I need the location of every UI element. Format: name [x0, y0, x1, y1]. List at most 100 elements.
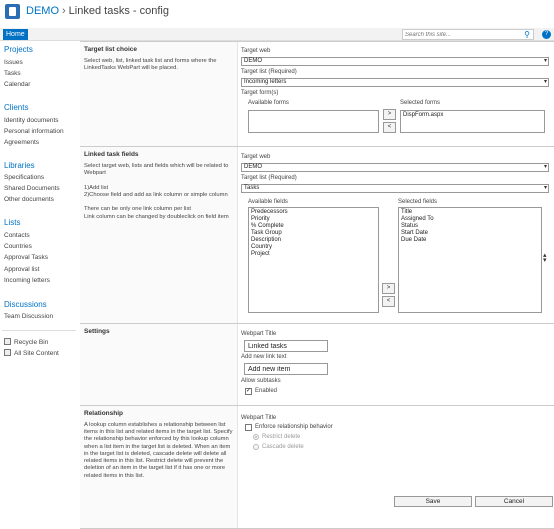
target-forms-label: Target form(s) — [241, 90, 279, 96]
list-item[interactable]: Project — [251, 251, 376, 258]
available-fields-label: Available fields — [248, 199, 288, 205]
list-item[interactable]: Task Group — [251, 230, 376, 237]
section-linked-task-fields: Linked task fields Select target web, li… — [80, 146, 554, 323]
allow-subtasks-label: Allow subtasks — [241, 378, 281, 384]
target-list-label: Target list (Required) — [241, 175, 297, 181]
section-settings: Settings Webpart Title Add new link text… — [80, 323, 554, 405]
list-item[interactable]: Title — [401, 209, 539, 216]
enforce-relationship-checkbox[interactable] — [245, 424, 252, 431]
target-list-value: Incoming letters — [244, 79, 287, 85]
webpart-title-label: Webpart Title — [241, 415, 277, 421]
nav-item-incoming-letters[interactable]: Incoming letters — [4, 277, 50, 284]
available-forms-listbox[interactable] — [248, 110, 379, 133]
list-item[interactable]: DispForm.aspx — [403, 112, 542, 119]
nav-heading-clients[interactable]: Clients — [4, 103, 28, 112]
breadcrumb-site-link[interactable]: DEMO — [26, 5, 59, 17]
cascade-delete-radio[interactable] — [253, 444, 259, 450]
enforce-relationship-label: Enforce relationship behavior — [255, 424, 333, 430]
webpart-title-input[interactable] — [244, 340, 328, 352]
recycle-bin-label: Recycle Bin — [14, 339, 49, 346]
webpart-title-label: Webpart Title — [241, 331, 277, 337]
restrict-delete-label: Restrict delete — [262, 434, 301, 440]
nav-item-contacts[interactable]: Contacts — [4, 232, 30, 239]
search-box: ⚲ — [402, 29, 534, 40]
list-item[interactable]: Assigned To — [401, 216, 539, 223]
main-content: Target list choice Select web, list, lin… — [80, 41, 554, 529]
list-item[interactable]: Predecessors — [251, 209, 376, 216]
help-icon[interactable]: ? — [542, 30, 551, 39]
nav-recycle-bin[interactable]: Recycle Bin — [4, 338, 48, 346]
add-link-text-input[interactable] — [244, 363, 328, 375]
nav-item-shared-documents[interactable]: Shared Documents — [4, 185, 60, 192]
restrict-delete-radio[interactable] — [253, 434, 259, 440]
section-title: Relationship — [84, 410, 124, 417]
chevron-down-icon: ▾ — [543, 164, 547, 170]
save-button[interactable]: Save — [394, 496, 472, 507]
nav-item-team-discussion[interactable]: Team Discussion — [4, 313, 53, 320]
remove-form-button[interactable]: < — [383, 122, 396, 133]
selected-forms-label: Selected forms — [400, 100, 441, 106]
section-title: Linked task fields — [84, 151, 139, 158]
add-form-button[interactable]: > — [383, 109, 396, 120]
target-list-select[interactable]: Tasks ▾ — [241, 184, 549, 193]
chevron-down-icon: ▾ — [543, 58, 547, 64]
selected-fields-listbox[interactable]: Title Assigned To Status Start Date Due … — [398, 207, 542, 313]
chevron-down-icon: ▾ — [543, 79, 547, 85]
target-list-select[interactable]: Incoming letters ▾ — [241, 78, 549, 87]
sharepoint-logo-icon[interactable] — [5, 4, 20, 19]
target-web-value: DEMO — [244, 58, 262, 64]
search-icon[interactable]: ⚲ — [524, 30, 530, 39]
all-site-content-label: All Site Content — [14, 350, 59, 357]
nav-heading-discussions[interactable]: Discussions — [4, 300, 47, 309]
nav-heading-projects[interactable]: Projects — [4, 45, 33, 54]
selected-forms-listbox[interactable]: DispForm.aspx — [400, 110, 545, 133]
enabled-checkbox[interactable]: ✓ — [245, 388, 252, 395]
target-web-select[interactable]: DEMO ▾ — [241, 57, 549, 66]
nav-item-calendar[interactable]: Calendar — [4, 81, 30, 88]
section-description: A lookup column establishes a relationsh… — [84, 422, 233, 479]
list-item[interactable]: Status — [401, 223, 539, 230]
list-item[interactable]: Start Date — [401, 230, 539, 237]
list-item[interactable]: Country — [251, 244, 376, 251]
nav-heading-libraries[interactable]: Libraries — [4, 161, 35, 170]
breadcrumb-page-title: Linked tasks - config — [68, 5, 169, 17]
remove-field-button[interactable]: < — [382, 296, 395, 307]
add-field-button[interactable]: > — [382, 283, 395, 294]
nav-all-site-content[interactable]: All Site Content — [4, 349, 59, 357]
cancel-button[interactable]: Cancel — [475, 496, 553, 507]
recycle-bin-icon — [4, 338, 11, 345]
available-fields-listbox[interactable]: Predecessors Priority % Complete Task Gr… — [248, 207, 379, 313]
section-description-panel: Linked task fields Select target web, li… — [80, 147, 238, 323]
section-description-panel: Target list choice Select web, list, lin… — [80, 42, 238, 146]
nav-item-approval-list[interactable]: Approval list — [4, 266, 39, 273]
nav-item-countries[interactable]: Countries — [4, 243, 32, 250]
nav-item-tasks[interactable]: Tasks — [4, 70, 21, 77]
nav-heading-lists[interactable]: Lists — [4, 218, 20, 227]
list-item[interactable]: % Complete — [251, 223, 376, 230]
section-target-list-choice: Target list choice Select web, list, lin… — [80, 41, 554, 146]
nav-item-approval-tasks[interactable]: Approval Tasks — [4, 254, 48, 261]
section-description: Select web, list, linked task list and f… — [84, 58, 217, 72]
nav-item-agreements[interactable]: Agreements — [4, 139, 39, 146]
page-title-breadcrumb: DEMO › Linked tasks - config — [26, 5, 169, 17]
list-item[interactable]: Priority — [251, 216, 376, 223]
nav-item-other-documents[interactable]: Other documents — [4, 196, 54, 203]
quick-launch: Projects Issues Tasks Calendar Clients I… — [0, 41, 80, 515]
target-web-label: Target web — [241, 48, 271, 54]
enabled-label: Enabled — [255, 388, 278, 394]
scroll-arrows-icon[interactable]: ▴ ▾ — [543, 252, 547, 264]
list-item[interactable]: Due Date — [401, 237, 539, 244]
section-description-panel: Settings — [80, 324, 238, 405]
add-link-text-label: Add new link text — [241, 354, 287, 360]
nav-item-specifications[interactable]: Specifications — [4, 174, 44, 181]
section-title: Target list choice — [84, 46, 137, 53]
search-input[interactable] — [403, 30, 513, 39]
list-item[interactable]: Description — [251, 237, 376, 244]
target-web-value: DEMO — [244, 164, 262, 170]
nav-item-identity-documents[interactable]: Identity documents — [4, 117, 59, 124]
nav-item-issues[interactable]: Issues — [4, 59, 23, 66]
tab-home[interactable]: Home — [3, 29, 28, 40]
target-web-select[interactable]: DEMO ▾ — [241, 163, 549, 172]
nav-item-personal-information[interactable]: Personal information — [4, 128, 64, 135]
section-title: Settings — [84, 328, 110, 335]
